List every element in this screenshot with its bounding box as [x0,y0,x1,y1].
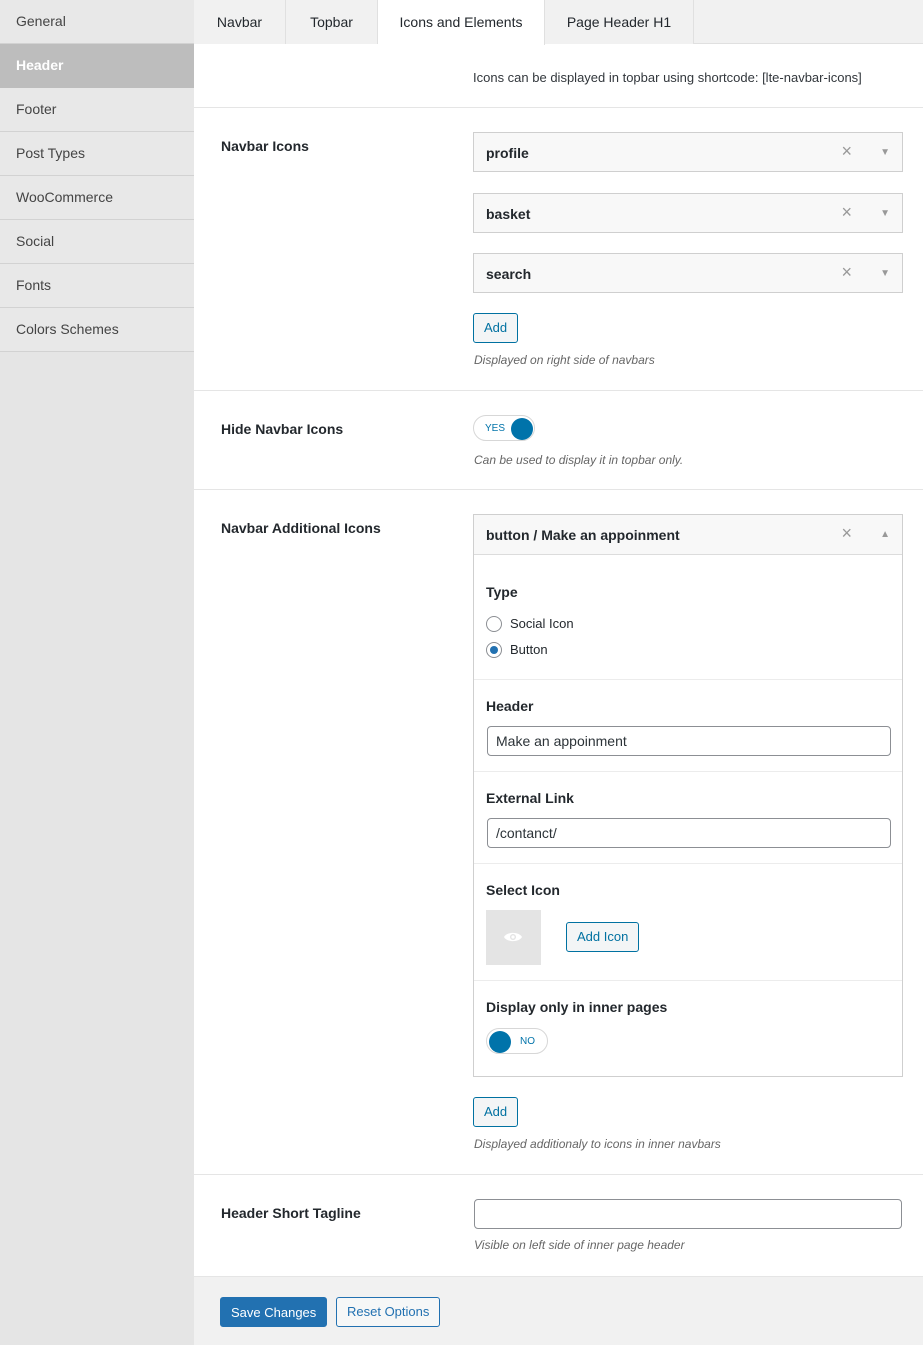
tab-topbar[interactable]: Topbar [286,0,378,44]
select-value: profile [486,145,529,161]
navbar-icon-select-basket[interactable]: basket × ▼ [473,193,903,233]
section-divider [194,1174,923,1175]
navbar-icon-select-search[interactable]: search × ▼ [473,253,903,293]
sidebar-item-footer[interactable]: Footer [0,88,194,132]
tab-bar: Navbar Topbar Icons and Elements Page He… [194,0,923,45]
radio-circle[interactable] [486,642,502,658]
select-value: search [486,266,532,282]
sidebar-item-colors-schemes[interactable]: Colors Schemes [0,308,194,352]
settings-panel: Navbar Topbar Icons and Elements Page He… [194,0,923,1345]
additional-icons-hint: Displayed additionaly to icons in inner … [474,1137,721,1151]
radio-label: Button [510,642,548,657]
sidebar-item-fonts[interactable]: Fonts [0,264,194,308]
inner-pages-toggle[interactable]: NO [486,1028,548,1054]
toggle-state: YES [485,423,506,434]
sidebar-item-social[interactable]: Social [0,220,194,264]
section-divider [194,390,923,391]
shortcode-notice: Icons can be displayed in topbar using s… [473,70,862,85]
navbar-additional-icons-label: Navbar Additional Icons [221,520,381,536]
eye-icon [504,932,522,942]
sidebar-item-woocommerce[interactable]: WooCommerce [0,176,194,220]
navbar-icon-select-profile[interactable]: profile × ▼ [473,132,903,172]
header-tagline-input[interactable] [474,1199,902,1229]
reset-options-button[interactable]: Reset Options [336,1297,441,1327]
field-divider [474,771,902,772]
radio-label: Social Icon [510,616,574,631]
field-divider [474,863,902,864]
hide-navbar-icons-label: Hide Navbar Icons [221,421,344,437]
select-icon-label: Select Icon [486,882,560,898]
accordion-header[interactable]: button / Make an appoinment × ▲ [474,515,902,555]
add-additional-icon-button[interactable]: Add [473,1097,519,1127]
navbar-icons-label: Navbar Icons [221,138,309,154]
field-divider [474,980,902,981]
hide-navbar-icons-hint: Can be used to display it in topbar only… [474,453,684,467]
actions-bar: Save Changes Reset Options [194,1276,923,1345]
clear-icon[interactable]: × [841,524,852,542]
add-icon-button[interactable]: Add Icon [566,922,640,952]
save-changes-button[interactable]: Save Changes [220,1297,328,1327]
type-label: Type [486,584,518,600]
external-link-label: External Link [486,790,574,806]
field-divider [474,679,902,680]
hide-navbar-icons-toggle[interactable]: YES [473,415,535,441]
icon-preview [486,910,541,965]
clear-icon[interactable]: × [841,203,852,221]
sidebar-item-post-types[interactable]: Post Types [0,132,194,176]
section-divider [194,489,923,490]
chevron-down-icon[interactable]: ▼ [880,208,890,219]
radio-circle[interactable] [486,616,502,632]
header-field-label: Header [486,698,534,714]
tab-page-header-h1[interactable]: Page Header H1 [545,0,694,44]
navbar-icons-hint: Displayed on right side of navbars [474,353,655,367]
chevron-down-icon[interactable]: ▼ [880,268,890,279]
sidebar-item-general[interactable]: General [0,0,194,44]
toggle-knob [489,1031,511,1053]
header-tagline-hint: Visible on left side of inner page heade… [474,1238,685,1252]
inner-pages-label: Display only in inner pages [486,999,668,1015]
section-divider [194,107,923,108]
sidebar-nav: General Header Footer Post Types WooComm… [0,0,194,1345]
select-value: basket [486,206,531,222]
tab-icons-and-elements[interactable]: Icons and Elements [378,0,545,45]
sidebar-item-header[interactable]: Header [0,44,194,88]
header-text-input[interactable] [487,726,891,756]
chevron-down-icon[interactable]: ▼ [880,147,890,158]
add-navbar-icon-button[interactable]: Add [473,313,519,343]
toggle-state: NO [520,1036,535,1047]
chevron-up-icon[interactable]: ▲ [880,529,890,540]
additional-icon-accordion: button / Make an appoinment × ▲ Type Soc… [473,514,903,1077]
tab-navbar[interactable]: Navbar [194,0,286,44]
toggle-knob [511,418,533,440]
header-tagline-label: Header Short Tagline [221,1205,361,1221]
external-link-input[interactable] [487,818,891,848]
clear-icon[interactable]: × [841,263,852,281]
accordion-title: button / Make an appoinment [486,527,680,543]
clear-icon[interactable]: × [841,142,852,160]
